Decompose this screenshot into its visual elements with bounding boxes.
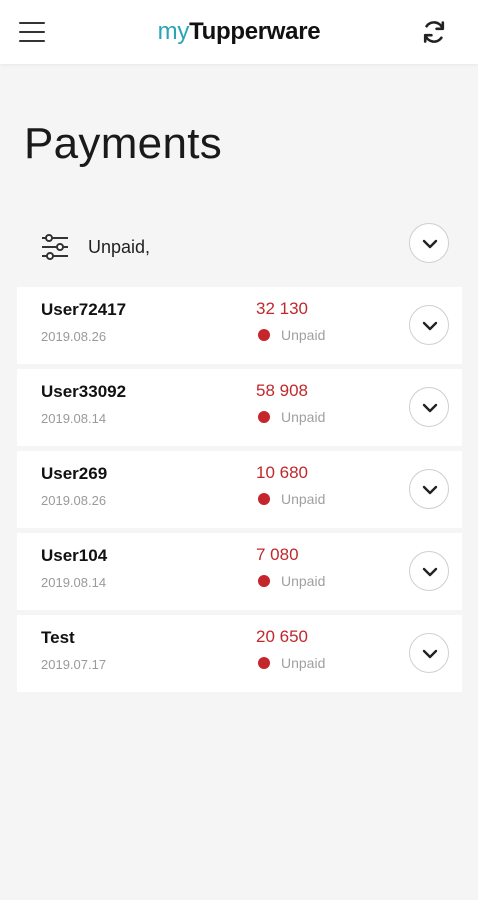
payment-date: 2019.08.14 xyxy=(41,411,107,426)
payment-row[interactable]: User104 2019.08.14 7 080 Unpaid xyxy=(17,533,462,610)
status-dot-icon xyxy=(258,493,270,505)
expand-row-button[interactable] xyxy=(409,551,449,591)
payment-row[interactable]: User72417 2019.08.26 32 130 Unpaid xyxy=(17,287,462,364)
chevron-down-icon xyxy=(422,321,438,331)
payment-amount: 10 680 xyxy=(256,463,308,482)
refresh-icon[interactable] xyxy=(418,16,450,48)
payment-row[interactable]: User33092 2019.08.14 58 908 Unpaid xyxy=(17,369,462,446)
payment-amount: 20 650 xyxy=(256,627,308,646)
payment-date: 2019.08.26 xyxy=(41,493,107,508)
chevron-down-icon xyxy=(422,239,438,249)
payment-status: Unpaid xyxy=(281,491,326,507)
filter-label: Unpaid, xyxy=(88,237,151,257)
chevron-down-icon xyxy=(422,403,438,413)
customer-name: User269 xyxy=(41,464,108,483)
filter-expand-button[interactable] xyxy=(409,223,449,263)
payment-date: 2019.08.14 xyxy=(41,575,107,590)
status-dot-icon xyxy=(258,411,270,423)
logo-brand: Tupperware xyxy=(189,18,321,45)
expand-row-button[interactable] xyxy=(409,469,449,509)
page-title: Payments xyxy=(24,119,223,168)
top-app-bar: myTupperware xyxy=(0,0,478,64)
chevron-down-icon xyxy=(422,649,438,659)
customer-name: User104 xyxy=(41,546,108,565)
payment-date: 2019.08.26 xyxy=(41,329,107,344)
customer-name: User72417 xyxy=(41,300,127,319)
status-dot-icon xyxy=(258,329,270,341)
payment-status: Unpaid xyxy=(281,327,326,343)
expand-row-button[interactable] xyxy=(409,387,449,427)
payment-amount: 32 130 xyxy=(256,299,308,318)
chevron-down-icon xyxy=(422,485,438,495)
app-logo: myTupperware xyxy=(0,18,478,46)
payment-row[interactable]: User269 2019.08.26 10 680 Unpaid xyxy=(17,451,462,528)
logo-prefix: my xyxy=(157,18,190,45)
filter-bar[interactable]: Unpaid, xyxy=(0,220,478,276)
payment-amount: 58 908 xyxy=(256,381,308,400)
payment-row[interactable]: Test 2019.07.17 20 650 Unpaid xyxy=(17,615,462,692)
chevron-down-icon xyxy=(422,567,438,577)
payment-amount: 7 080 xyxy=(256,545,299,564)
payment-date: 2019.07.17 xyxy=(41,657,107,672)
status-dot-icon xyxy=(258,575,270,587)
payments-list: User72417 2019.08.26 32 130 Unpaid User3… xyxy=(17,287,462,697)
customer-name: User33092 xyxy=(41,382,127,401)
expand-row-button[interactable] xyxy=(409,633,449,673)
payment-status: Unpaid xyxy=(281,655,326,671)
payment-status: Unpaid xyxy=(281,573,326,589)
filter-sliders-icon[interactable] xyxy=(40,233,70,261)
status-dot-icon xyxy=(258,657,270,669)
customer-name: Test xyxy=(41,628,75,647)
payment-status: Unpaid xyxy=(281,409,326,425)
expand-row-button[interactable] xyxy=(409,305,449,345)
